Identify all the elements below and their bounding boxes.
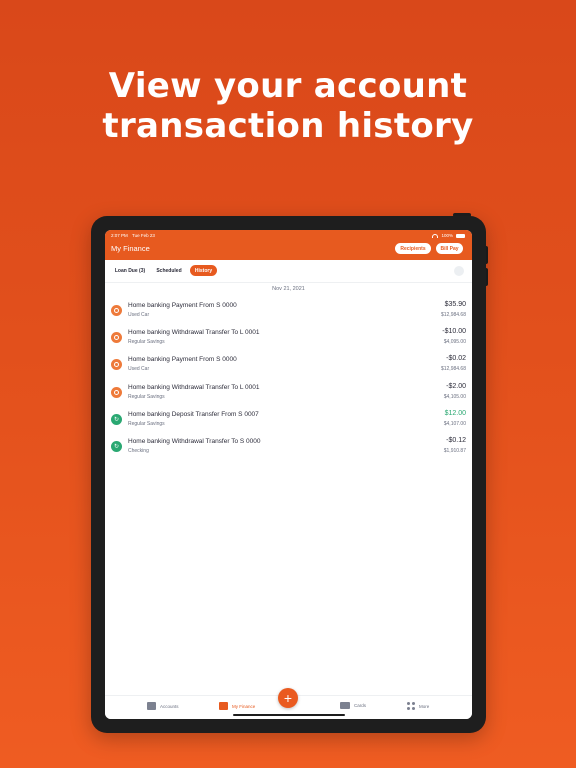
- nav-more-label: More: [419, 703, 430, 709]
- card-icon: [340, 702, 350, 709]
- bill-pay-button[interactable]: Bill Pay: [436, 243, 463, 254]
- nav-cards[interactable]: Cards: [340, 702, 366, 709]
- transaction-balance: $12,984.68: [440, 312, 466, 318]
- status-time: 2:07 PM: [111, 233, 128, 238]
- wifi-icon: [432, 233, 439, 238]
- marketing-headline: View your account transaction history: [0, 66, 576, 146]
- nav-accounts[interactable]: Accounts: [147, 702, 179, 710]
- transaction-description: Home banking Withdrawal Transfer To L 00…: [128, 329, 260, 337]
- page-title: My Finance: [111, 244, 150, 253]
- battery-icon: [456, 233, 465, 238]
- transaction-balance: $4,095.00: [443, 339, 466, 346]
- transaction-account: Regular Savings: [128, 339, 165, 346]
- transaction-description: Home banking Payment From S 0000: [128, 356, 237, 364]
- filter-icon[interactable]: [454, 266, 464, 276]
- transaction-account: Used Car: [128, 312, 150, 318]
- transaction-row[interactable]: ↻ Home banking Deposit Transfer From S 0…: [105, 407, 472, 434]
- transaction-description: Home banking Deposit Transfer From S 000…: [128, 410, 259, 418]
- finance-tabs: Loan Due (3) Scheduled History: [105, 263, 472, 277]
- transaction-description: Home banking Withdrawal Transfer To S 00…: [128, 437, 261, 445]
- accounts-icon: [147, 702, 156, 710]
- transaction-row[interactable]: Home banking Withdrawal Transfer To L 00…: [105, 325, 472, 352]
- transaction-amount: -$0.12: [446, 436, 466, 444]
- nav-my-finance[interactable]: My Finance: [219, 702, 255, 710]
- transfer-icon: ↻: [111, 440, 122, 452]
- tab-history[interactable]: History: [190, 265, 217, 276]
- transaction-account: Checking: [128, 447, 149, 454]
- status-bar: 2:07 PM Tue Feb 23 100%: [105, 230, 472, 240]
- grid-icon: [407, 702, 415, 710]
- tab-scheduled[interactable]: Scheduled: [154, 265, 184, 276]
- transaction-account: Used Car: [128, 366, 150, 373]
- nav-cards-label: Cards: [354, 703, 367, 708]
- transaction-amount: $35.90: [444, 301, 466, 308]
- transaction-row[interactable]: ↻ Home banking Withdrawal Transfer To S …: [105, 434, 472, 461]
- battery-percent: 100%: [441, 233, 453, 238]
- nav-accounts-label: Accounts: [160, 703, 179, 709]
- add-button[interactable]: +: [278, 688, 298, 708]
- transaction-row[interactable]: Home banking Payment From S 0000 Used Ca…: [105, 298, 472, 325]
- recipients-button[interactable]: Recipients: [395, 243, 431, 254]
- transaction-amount: -$10.00: [442, 328, 466, 336]
- transaction-description: Home banking Payment From S 0000: [128, 302, 237, 309]
- transaction-row[interactable]: Home banking Payment From S 0000 Used Ca…: [105, 352, 472, 379]
- nav-my-finance-label: My Finance: [232, 703, 256, 709]
- history-date: Nov 21, 2021: [272, 286, 305, 292]
- app-header: 2:07 PM Tue Feb 23 100% My Finance Recip…: [105, 230, 472, 260]
- transaction-balance: $4,105.00: [443, 393, 466, 400]
- finance-icon: [219, 702, 228, 710]
- transaction-row[interactable]: Home banking Withdrawal Transfer To L 00…: [105, 380, 472, 407]
- transaction-balance: $4,107.00: [443, 420, 466, 427]
- transaction-balance: $1,910.87: [443, 447, 466, 454]
- person-icon: [111, 359, 122, 371]
- headline-line-1: View your account: [108, 66, 468, 106]
- transaction-account: Regular Savings: [128, 420, 165, 427]
- transaction-description: Home banking Withdrawal Transfer To L 00…: [128, 383, 260, 391]
- person-icon: [111, 305, 122, 316]
- transaction-amount: $12.00: [444, 409, 466, 417]
- app-screen: 2:07 PM Tue Feb 23 100% My Finance Recip…: [105, 230, 472, 719]
- tab-loan-due[interactable]: Loan Due (3): [111, 265, 149, 276]
- status-date: Tue Feb 23: [132, 233, 155, 238]
- person-icon: [111, 386, 122, 398]
- transaction-amount: -$0.02: [446, 355, 466, 363]
- transaction-list: Home banking Payment From S 0000 Used Ca…: [105, 298, 472, 461]
- transaction-amount: -$2.00: [446, 382, 466, 390]
- headline-line-2: transaction history: [102, 106, 474, 146]
- transaction-balance: $12,984.68: [440, 366, 466, 373]
- transaction-account: Regular Savings: [128, 393, 165, 400]
- transfer-icon: ↻: [111, 413, 122, 425]
- person-icon: [111, 332, 122, 344]
- nav-more[interactable]: More: [407, 702, 429, 710]
- divider: [105, 282, 472, 283]
- home-indicator: [233, 714, 345, 716]
